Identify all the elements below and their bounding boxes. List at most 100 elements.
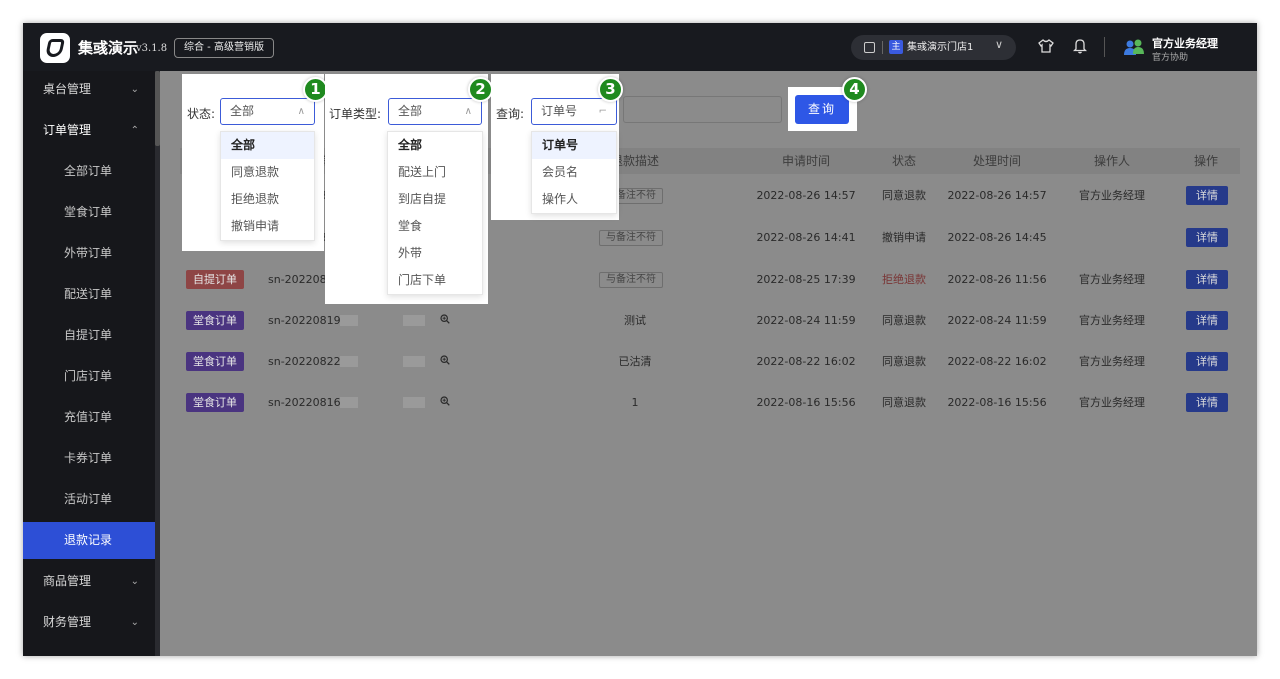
chevron-up-icon: ∧ [297, 106, 305, 117]
order-type-label: 订单类型: [329, 107, 382, 121]
th-apply-time: 申请时间 [781, 154, 830, 168]
sidebar-item-delivery-orders[interactable]: 配送订单 [23, 276, 155, 313]
order-type-option-all[interactable]: 全部 [388, 132, 482, 159]
chevron-down-icon: ⌄ [130, 576, 139, 587]
query-type-option-operator[interactable]: 操作人 [532, 186, 616, 213]
process-time: 2022-08-26 14:45 [947, 231, 1047, 244]
order-type-dropdown: 全部 配送上门 到店自提 堂食 外带 门店下单 [387, 131, 483, 295]
sidebar-item-order-management[interactable]: 订单管理 ⌃ [23, 112, 155, 149]
detail-button[interactable]: 详情 [1186, 393, 1228, 412]
sidebar: 桌台管理 ⌄ 订单管理 ⌃ 全部订单 堂食订单 外带订单 配送订单 自提订单 门店订… [23, 71, 155, 656]
process-time: 2022-08-16 15:56 [947, 396, 1047, 409]
chevron-down-icon: ∨ [995, 38, 1004, 51]
masked-customer [403, 356, 425, 367]
user-avatar-icon[interactable] [1123, 38, 1145, 56]
operator-name: 官方业务经理 [1079, 273, 1145, 286]
order-type-option-delivery[interactable]: 配送上门 [388, 159, 482, 186]
status-select[interactable]: 全部 ∧ [220, 98, 315, 125]
bell-icon[interactable] [1073, 38, 1087, 54]
order-type-option-dine-in[interactable]: 堂食 [388, 213, 482, 240]
sidebar-item-takeaway-orders[interactable]: 外带订单 [23, 235, 155, 272]
shirt-icon[interactable] [1038, 39, 1054, 53]
order-type-select-value: 全部 [398, 104, 423, 118]
sidebar-item-label: 活动订单 [64, 492, 113, 506]
user-name[interactable]: 官方业务经理 [1152, 35, 1218, 51]
process-time: 2022-08-24 11:59 [947, 314, 1047, 327]
app-window: 集彧演示 v3.1.8 综合 - 高级营销版 主 集彧演示门店1 ∨ 官方业务经… [23, 23, 1257, 656]
sidebar-item-label: 订单管理 [43, 123, 92, 137]
masked-sn [340, 356, 358, 367]
query-type-option-member[interactable]: 会员名 [532, 159, 616, 186]
app-name: 集彧演示 [78, 39, 139, 57]
order-type-option-takeaway[interactable]: 外带 [388, 240, 482, 267]
query-type-option-order-sn[interactable]: 订单号 [532, 132, 616, 159]
status-option-all[interactable]: 全部 [221, 132, 314, 159]
detail-button[interactable]: 详情 [1186, 352, 1228, 371]
store-switcher[interactable]: 主 集彧演示门店1 ∨ [851, 35, 1016, 60]
sidebar-item-all-orders[interactable]: 全部订单 [23, 153, 155, 190]
sidebar-item-refund-records[interactable]: 退款记录 [23, 522, 155, 559]
sidebar-item-table-management[interactable]: 桌台管理 ⌄ [23, 71, 155, 108]
query-button[interactable]: 查询 [795, 95, 849, 124]
zoom-icon[interactable] [440, 396, 450, 406]
sidebar-item-dine-in-orders[interactable]: 堂食订单 [23, 194, 155, 231]
store-divider [882, 41, 883, 54]
sidebar-item-coupon-orders[interactable]: 卡券订单 [23, 440, 155, 477]
apply-time: 2022-08-24 11:59 [756, 314, 856, 327]
order-type-option-store[interactable]: 门店下单 [388, 267, 482, 294]
sidebar-item-finance-management[interactable]: 财务管理 ⌄ [23, 604, 155, 641]
app-version: v3.1.8 [136, 43, 168, 54]
store-icon [864, 42, 875, 53]
refund-desc: 测试 [624, 314, 646, 327]
user-role: 官方协助 [1152, 53, 1189, 63]
store-name: 集彧演示门店1 [907, 42, 974, 53]
sidebar-item-event-orders[interactable]: 活动订单 [23, 481, 155, 518]
status-label: 状态: [187, 107, 216, 121]
process-time: 2022-08-26 14:57 [947, 189, 1047, 202]
detail-button[interactable]: 详情 [1186, 228, 1228, 247]
refund-status: 拒绝退款 [882, 273, 926, 286]
operator-name: 官方业务经理 [1079, 314, 1145, 327]
refund-desc: 已沽清 [618, 355, 652, 368]
refund-status: 同意退款 [882, 396, 926, 409]
refund-desc: 1 [631, 396, 639, 409]
sidebar-item-store-orders[interactable]: 门店订单 [23, 358, 155, 395]
process-time: 2022-08-22 16:02 [947, 355, 1047, 368]
sidebar-item-label: 桌台管理 [43, 82, 92, 96]
query-type-dropdown: 订单号 会员名 操作人 [531, 131, 617, 214]
status-option-approved[interactable]: 同意退款 [221, 159, 314, 186]
masked-customer [403, 315, 425, 326]
table-row: 堂食订单 sn-20220822 已沽清 2022-08-22 16:02 同意退款 20… [180, 341, 1240, 382]
th-operator: 操作人 [1093, 154, 1130, 168]
query-type-select[interactable]: 订单号 ⌐ [531, 98, 617, 125]
detail-button[interactable]: 详情 [1186, 311, 1228, 330]
query-input[interactable] [623, 96, 782, 123]
status-option-rejected[interactable]: 拒绝退款 [221, 186, 314, 213]
status-option-cancelled[interactable]: 撤销申请 [221, 213, 314, 240]
table-row: 堂食订单 sn-20220819 测试 2022-08-24 11:59 同意退款 202… [180, 300, 1240, 341]
chevron-up-icon: ⌃ [130, 125, 139, 136]
sidebar-item-product-management[interactable]: 商品管理 ⌄ [23, 563, 155, 600]
step-badge-4: 4 [842, 77, 867, 102]
sidebar-item-pickup-orders[interactable]: 自提订单 [23, 317, 155, 354]
order-type-option-pickup[interactable]: 到店自提 [388, 186, 482, 213]
chevron-up-icon: ∧ [464, 106, 472, 117]
sidebar-item-label: 自提订单 [64, 328, 113, 342]
refund-status: 同意退款 [882, 314, 926, 327]
zoom-icon[interactable] [440, 355, 450, 365]
apply-time: 2022-08-26 14:57 [756, 189, 856, 202]
topbar-divider [1104, 37, 1105, 57]
order-type-select[interactable]: 全部 ∧ [388, 98, 482, 125]
detail-button[interactable]: 详情 [1186, 186, 1228, 205]
sidebar-item-label: 商品管理 [43, 574, 92, 588]
th-process-time: 处理时间 [972, 154, 1021, 168]
process-time: 2022-08-26 11:56 [947, 273, 1047, 286]
status-select-value: 全部 [230, 104, 255, 118]
zoom-icon[interactable] [440, 314, 450, 324]
edition-badge[interactable]: 综合 - 高级营销版 [174, 38, 274, 58]
status-dropdown: 全部 同意退款 拒绝退款 撤销申请 [220, 131, 315, 241]
detail-button[interactable]: 详情 [1186, 270, 1228, 289]
store-main-badge: 主 [889, 40, 903, 54]
sidebar-item-recharge-orders[interactable]: 充值订单 [23, 399, 155, 436]
apply-time: 2022-08-16 15:56 [756, 396, 856, 409]
